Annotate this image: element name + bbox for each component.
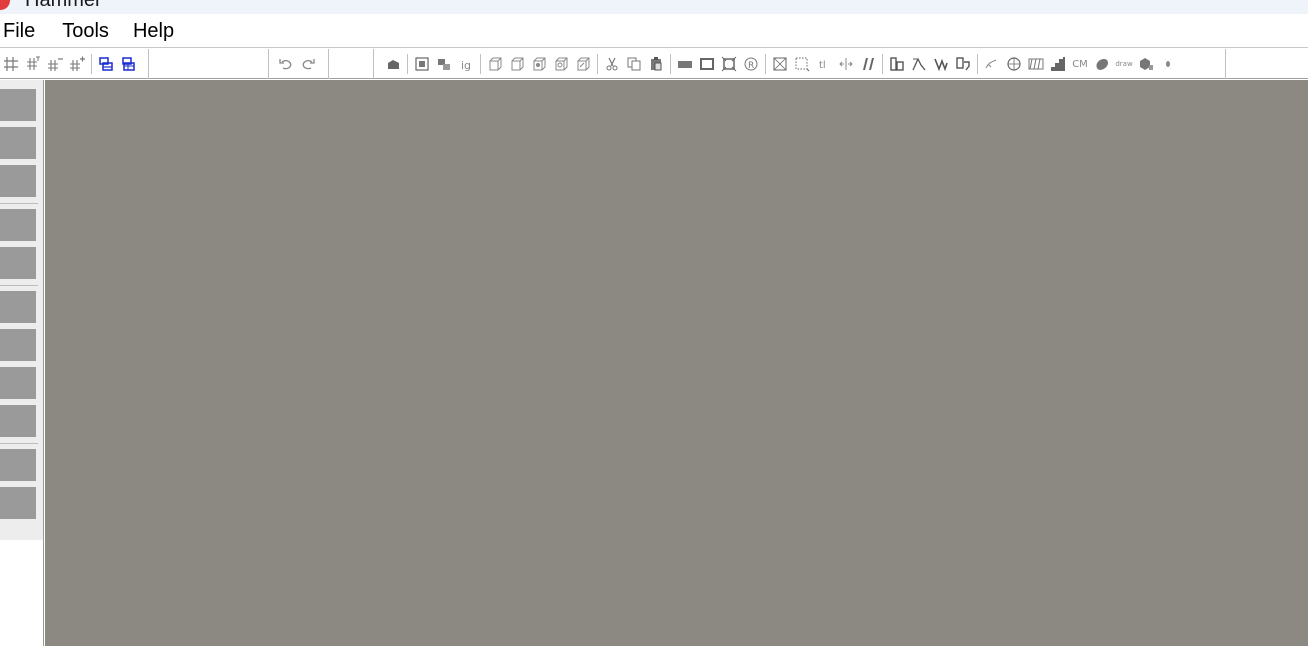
clip-tool-icon[interactable] [981, 53, 1003, 75]
grid-larger-icon[interactable] [44, 53, 66, 75]
toolbar-separator [977, 54, 978, 74]
vertex-tool-icon[interactable] [908, 53, 930, 75]
visgroup-edit-icon[interactable] [572, 53, 594, 75]
to-world-icon[interactable] [769, 53, 791, 75]
decal-tool-icon[interactable] [952, 53, 974, 75]
tool-button-5[interactable] [0, 247, 36, 279]
toolbar-group-tools: ig R tl CM draw [374, 49, 1226, 79]
toolbar-separator [480, 54, 481, 74]
draw-label: draw [1115, 60, 1133, 68]
grid-icon[interactable] [0, 53, 22, 75]
ignore-groups-icon[interactable]: ig [455, 53, 477, 75]
toolbar-group-history [269, 49, 329, 79]
hide-selected-icon[interactable] [484, 53, 506, 75]
toolbar-separator [670, 54, 671, 74]
registered-icon[interactable]: R [740, 53, 762, 75]
hide-unselected-icon[interactable] [506, 53, 528, 75]
title-bar: Hammer [0, 0, 1308, 14]
map-workspace[interactable] [45, 80, 1308, 646]
toolbar-separator [407, 54, 408, 74]
carve-icon[interactable] [382, 53, 404, 75]
tool-palette [0, 80, 44, 646]
tool-button-9[interactable] [0, 405, 36, 437]
menu-help[interactable]: Help [130, 14, 186, 48]
tool-button-1[interactable] [0, 89, 36, 121]
light-icon[interactable] [1157, 53, 1179, 75]
sphere-icon[interactable] [1003, 53, 1025, 75]
copy-icon[interactable] [623, 53, 645, 75]
tool-separator [0, 443, 38, 444]
toolbar-separator [597, 54, 598, 74]
selection-icon[interactable] [791, 53, 813, 75]
tool-button-6[interactable] [0, 291, 36, 323]
path-tool-icon[interactable] [930, 53, 952, 75]
window-title: Hammer [25, 0, 102, 11]
tool-button-10[interactable] [0, 449, 36, 481]
toolbar-separator [882, 54, 883, 74]
menu-bar: File Tools Help [0, 14, 1308, 48]
main-toolbar: ig R tl CM draw [0, 49, 1308, 79]
redo-icon[interactable] [297, 53, 319, 75]
svg-text:ig: ig [461, 59, 471, 72]
texture-browser-icon[interactable] [1025, 53, 1047, 75]
undo-icon[interactable] [275, 53, 297, 75]
app-logo-icon [0, 0, 10, 10]
svg-text:tl: tl [819, 60, 826, 71]
tool-button-7[interactable] [0, 329, 36, 361]
draw-icon[interactable]: draw [1113, 53, 1135, 75]
toolbar-separator [765, 54, 766, 74]
make-hollow-icon[interactable] [718, 53, 740, 75]
visgroup-icon[interactable] [550, 53, 572, 75]
menu-tools[interactable]: Tools [59, 14, 121, 48]
blob-icon[interactable] [1091, 53, 1113, 75]
toolbar-separator [91, 54, 92, 74]
stairs-icon[interactable] [1047, 53, 1069, 75]
texture-lock-icon[interactable] [95, 53, 117, 75]
tool-separator [0, 285, 38, 286]
tool-separator [0, 203, 38, 204]
svg-text:R: R [748, 61, 754, 71]
hollow-icon[interactable] [696, 53, 718, 75]
paste-icon[interactable] [645, 53, 667, 75]
flip-vertical-icon[interactable] [857, 53, 879, 75]
grid-smaller-icon[interactable] [22, 53, 44, 75]
toolbar-group-empty [149, 49, 269, 79]
cm-icon[interactable]: CM [1069, 53, 1091, 75]
tl-icon[interactable]: tl [813, 53, 835, 75]
tool-palette-background [0, 80, 43, 540]
grid-toggle-icon[interactable] [66, 53, 88, 75]
toolbar-group-empty-2 [329, 49, 374, 79]
flip-horizontal-icon[interactable] [835, 53, 857, 75]
menu-file[interactable]: File [0, 14, 47, 48]
tool-button-2[interactable] [0, 127, 36, 159]
solid-brush-icon[interactable] [674, 53, 696, 75]
tool-button-11[interactable] [0, 487, 36, 519]
show-all-icon[interactable] [528, 53, 550, 75]
group-icon[interactable] [411, 53, 433, 75]
toolbar-group-grid [0, 49, 149, 79]
cut-icon[interactable] [601, 53, 623, 75]
entity-icon[interactable] [1135, 53, 1157, 75]
tool-button-8[interactable] [0, 367, 36, 399]
ungroup-icon[interactable] [433, 53, 455, 75]
align-left-icon[interactable] [886, 53, 908, 75]
texture-scale-lock-icon[interactable] [117, 53, 139, 75]
tool-button-3[interactable] [0, 165, 36, 197]
tool-button-4[interactable] [0, 209, 36, 241]
cm-label: CM [1072, 58, 1088, 70]
